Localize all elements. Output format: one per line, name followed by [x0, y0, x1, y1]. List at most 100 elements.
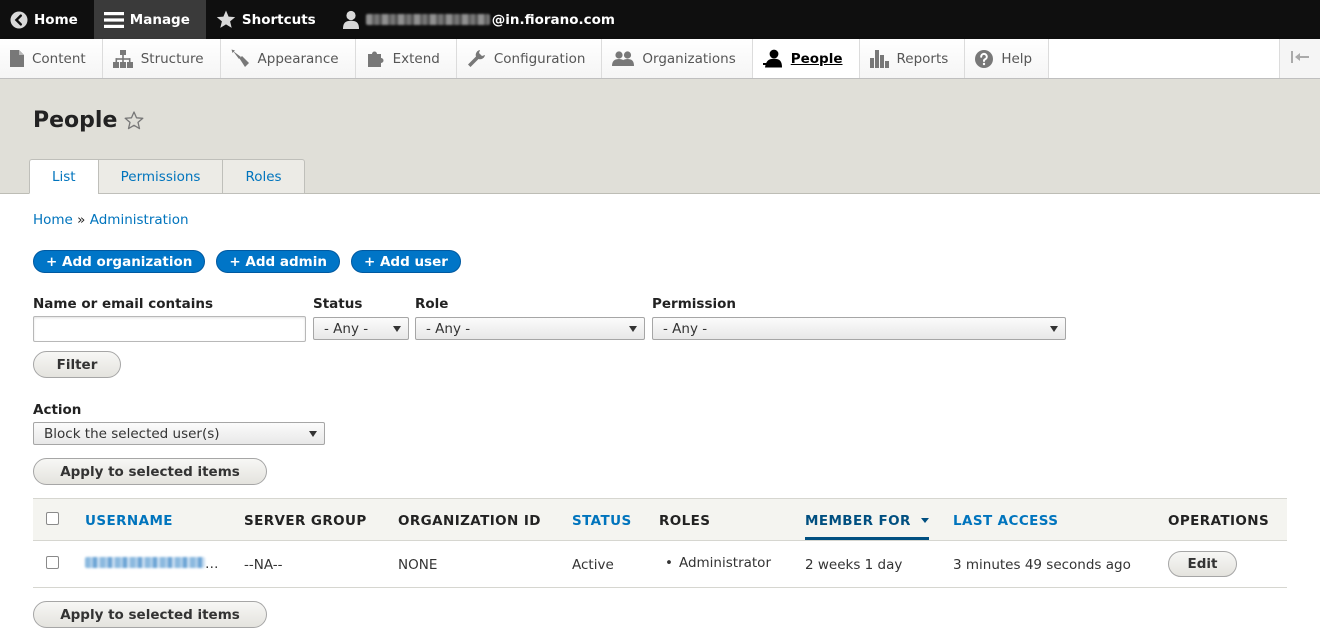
status-select-value: - Any - [324, 320, 369, 337]
last-access-cell: 3 minutes 49 seconds ago [953, 557, 1131, 573]
wrench-icon [467, 49, 486, 68]
active-sort-indicator [805, 537, 929, 540]
sitemap-icon [112, 49, 133, 68]
star-icon [216, 10, 236, 29]
username-ellipsis: … [205, 556, 219, 572]
tray-orientation-toggle[interactable] [1279, 39, 1320, 78]
filter-button[interactable]: Filter [33, 351, 121, 378]
column-last-access[interactable]: LAST ACCESS [953, 513, 1058, 529]
bar-chart-icon [869, 49, 889, 68]
add-admin-button[interactable]: + Add admin [216, 250, 340, 273]
tray-item-extend[interactable]: Extend [355, 39, 457, 78]
brush-icon [231, 49, 250, 68]
tab-roles[interactable]: Roles [222, 159, 305, 194]
name-filter-label: Name or email contains [33, 296, 213, 312]
select-all-checkbox[interactable] [46, 512, 59, 525]
bulk-action-value: Block the selected user(s) [44, 425, 220, 442]
user-email-suffix: @in.fiorano.com [491, 11, 615, 28]
tray-item-label: Organizations [642, 50, 736, 67]
organization-id-cell: NONE [398, 557, 438, 573]
permission-select[interactable]: - Any - [652, 317, 1066, 340]
row-select-checkbox[interactable] [46, 556, 59, 569]
role-filter-label: Role [415, 296, 449, 312]
tray-item-label: Reports [896, 50, 949, 67]
chevron-down-icon [1050, 326, 1058, 332]
apply-selected-button-bottom[interactable]: Apply to selected items [33, 601, 267, 628]
column-member-for[interactable]: MEMBER FOR [805, 513, 911, 529]
action-links: + Add organization + Add admin + Add use… [33, 250, 461, 273]
tray-item-people[interactable]: People [752, 39, 860, 78]
sort-descending-icon [921, 518, 929, 523]
page-header: People List Permissions Roles [0, 79, 1320, 194]
role-select[interactable]: - Any - [415, 317, 645, 340]
back-circle-icon [10, 11, 28, 29]
page-title-text: People [33, 108, 118, 133]
table-row: … --NA-- NONE Active Administrator 2 wee… [33, 541, 1287, 588]
status-select[interactable]: - Any - [313, 317, 409, 340]
edit-button[interactable]: Edit [1168, 551, 1237, 577]
chevron-down-icon [629, 326, 637, 332]
column-username[interactable]: USERNAME [85, 513, 173, 529]
group-icon [612, 50, 635, 67]
admin-toolbar: Home Manage Shortcuts @in.fiorano.com [0, 0, 1320, 39]
admin-tray: Content Structure Appearance Extend Conf… [0, 39, 1320, 79]
role-item: Administrator [665, 555, 771, 571]
bulk-action-select[interactable]: Block the selected user(s) [33, 422, 325, 445]
status-cell: Active [572, 557, 614, 573]
tray-item-organizations[interactable]: Organizations [602, 39, 753, 78]
toolbar-shortcuts-label: Shortcuts [241, 11, 316, 28]
action-label: Action [33, 402, 82, 418]
tray-item-label: Content [32, 50, 86, 67]
column-organization-id: ORGANIZATION ID [398, 513, 541, 529]
help-icon [975, 49, 994, 68]
toolbar-shortcuts-tab[interactable]: Shortcuts [206, 0, 332, 39]
user-name-redacted [365, 14, 490, 25]
file-icon [10, 50, 24, 67]
username-redacted [85, 557, 205, 568]
puzzle-icon [366, 49, 385, 68]
page-title: People [33, 108, 144, 133]
toolbar-user-tab[interactable]: @in.fiorano.com [332, 0, 631, 39]
primary-tabs: List Permissions Roles [29, 159, 305, 194]
tray-item-structure[interactable]: Structure [102, 39, 221, 78]
member-for-cell: 2 weeks 1 day [805, 557, 903, 573]
tray-item-label: Appearance [257, 50, 339, 67]
apply-selected-button-top[interactable]: Apply to selected items [33, 458, 267, 485]
person-icon [762, 49, 783, 68]
add-organization-button[interactable]: + Add organization [33, 250, 206, 273]
username-link[interactable]: … [85, 556, 219, 572]
permission-select-value: - Any - [663, 320, 708, 337]
column-operations: OPERATIONS [1168, 513, 1270, 529]
breadcrumb-separator: » [77, 212, 86, 228]
breadcrumb-administration-link[interactable]: Administration [90, 212, 189, 228]
column-server-group: SERVER GROUP [244, 513, 367, 529]
chevron-down-icon [309, 431, 317, 437]
user-icon [342, 10, 360, 30]
shortcut-star-icon[interactable] [124, 111, 144, 130]
tray-item-configuration[interactable]: Configuration [456, 39, 603, 78]
hamburger-icon [103, 11, 124, 29]
column-status[interactable]: STATUS [572, 513, 632, 529]
column-roles: ROLES [659, 513, 711, 529]
tray-item-label: People [790, 50, 843, 67]
add-user-button[interactable]: + Add user [350, 250, 461, 273]
tray-spacer [1049, 39, 1279, 78]
status-filter-label: Status [313, 296, 363, 312]
tray-item-label: Structure [140, 50, 204, 67]
tray-item-reports[interactable]: Reports [859, 39, 966, 78]
tray-item-content[interactable]: Content [0, 39, 103, 78]
users-table-header: USERNAME SERVER GROUP ORGANIZATION ID ST… [33, 498, 1287, 541]
toolbar-home-label: Home [34, 11, 78, 28]
toolbar-manage-label: Manage [129, 11, 190, 28]
toolbar-home-link[interactable]: Home [0, 0, 94, 39]
name-email-input[interactable] [33, 316, 306, 342]
tray-item-help[interactable]: Help [965, 39, 1050, 78]
breadcrumb-home-link[interactable]: Home [33, 212, 73, 228]
tab-permissions[interactable]: Permissions [97, 159, 223, 194]
tray-item-label: Extend [392, 50, 440, 67]
tray-item-label: Configuration [493, 50, 586, 67]
tray-item-label: Help [1001, 50, 1033, 67]
tray-item-appearance[interactable]: Appearance [220, 39, 356, 78]
tab-list[interactable]: List [29, 159, 98, 194]
toolbar-manage-tab[interactable]: Manage [93, 0, 206, 39]
